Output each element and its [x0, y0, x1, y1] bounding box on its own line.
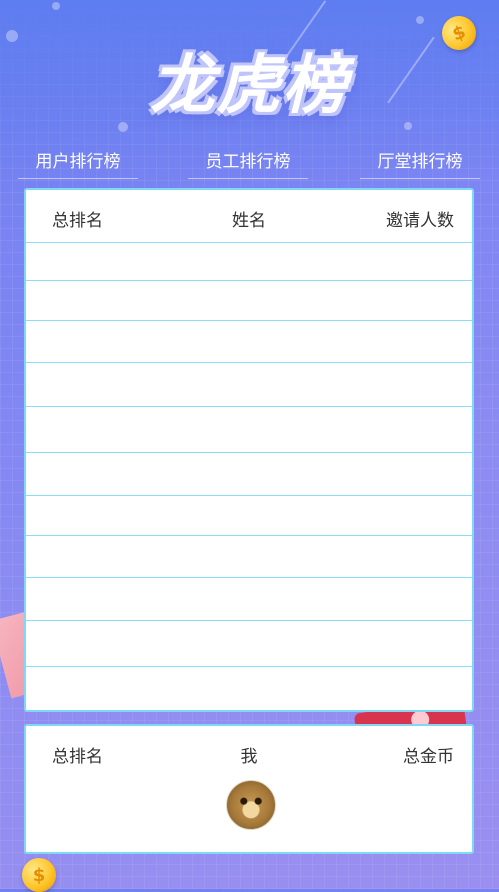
table-row: [26, 321, 472, 363]
tab-hall-ranking[interactable]: 厅堂排行榜: [360, 148, 480, 179]
table-row: [26, 621, 472, 667]
table-row: [26, 363, 472, 407]
ranking-table: 总排名 姓名 邀请人数: [24, 188, 474, 712]
column-invite-count: 邀请人数: [386, 211, 454, 231]
table-row: [26, 496, 472, 536]
bubble: [52, 2, 60, 10]
table-row: [26, 407, 472, 453]
tab-user-ranking[interactable]: 用户排行榜: [18, 148, 138, 179]
table-row: [26, 281, 472, 321]
table-header: 总排名 姓名 邀请人数: [26, 190, 472, 243]
table-row: [26, 536, 472, 578]
page-title: 龙虎榜: [150, 49, 349, 123]
my-rank-panel: 总排名 我 总金币: [24, 724, 474, 854]
tab-staff-ranking[interactable]: 员工排行榜: [188, 148, 308, 179]
bubble: [416, 16, 424, 24]
total-coins-label: 总金币: [403, 747, 454, 767]
my-rank-header: 总排名 我 总金币: [26, 726, 472, 778]
ranking-tabs: 用户排行榜 员工排行榜 厅堂排行榜: [0, 148, 499, 180]
table-row: [26, 578, 472, 621]
avatar[interactable]: [226, 780, 276, 830]
table-row: [26, 243, 472, 281]
coin-icon: $: [22, 858, 56, 892]
table-row: [26, 453, 472, 496]
table-row: [26, 667, 472, 711]
